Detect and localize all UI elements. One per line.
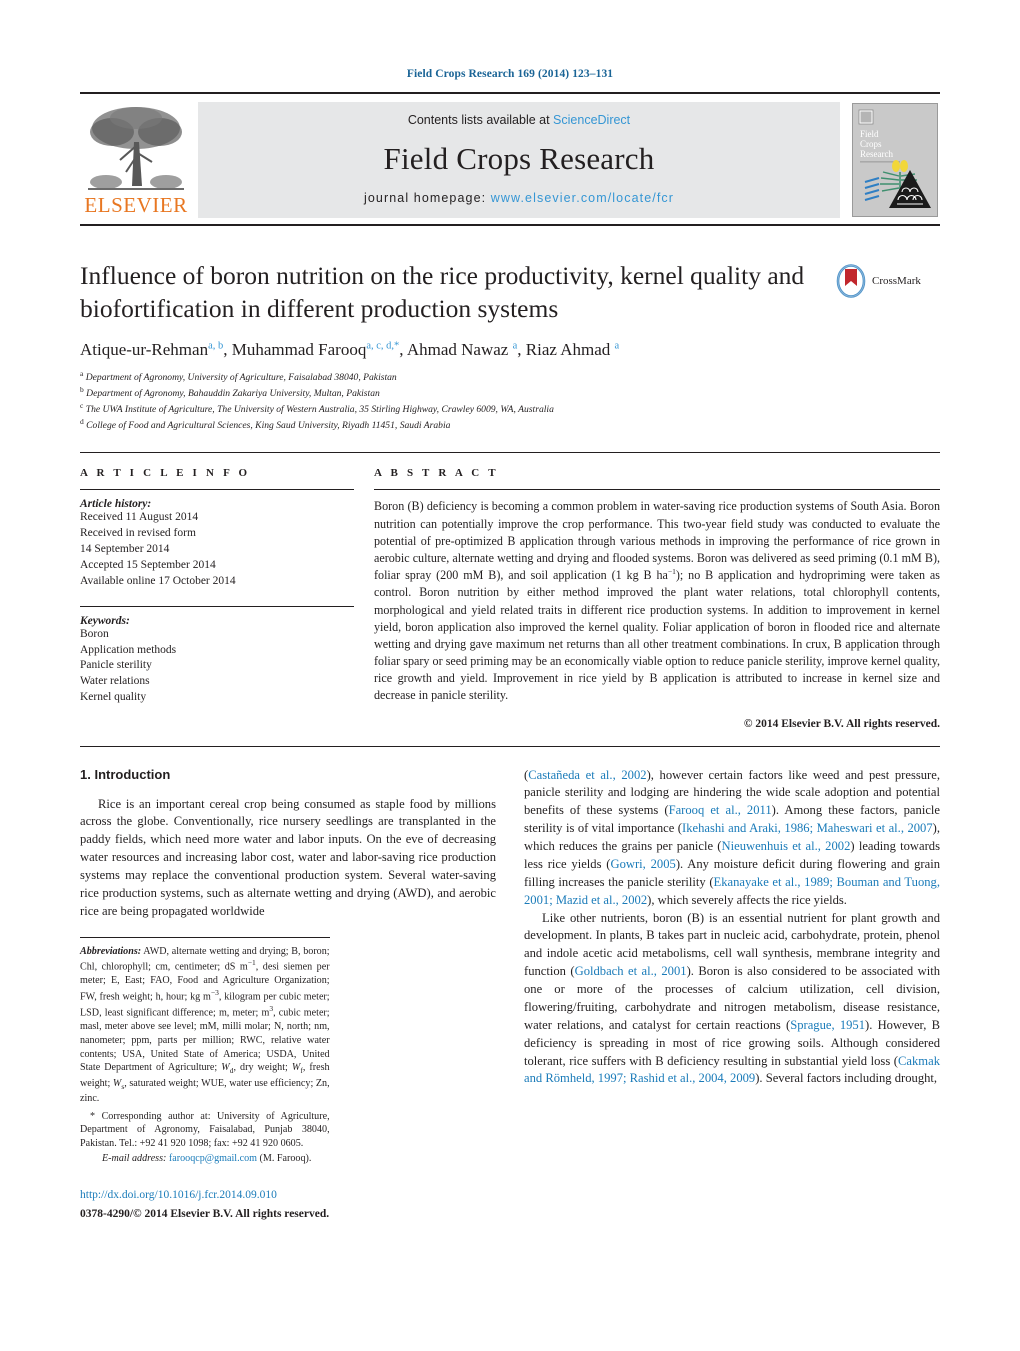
crossmark-badge[interactable]: CrossMark	[834, 264, 940, 298]
affiliation-text: Department of Agronomy, University of Ag…	[85, 372, 397, 384]
affiliation-mark: c	[80, 400, 84, 410]
abstract-text: Boron (B) deficiency is becoming a commo…	[374, 499, 940, 703]
info-abstract-region: A R T I C L E I N F O Article history: R…	[80, 453, 940, 730]
email-label: E-mail address:	[102, 1152, 167, 1164]
journal-masthead: ELSEVIER Contents lists available at Sci…	[80, 92, 940, 226]
journal-cover-image: Field Crops Research	[852, 103, 938, 217]
intro-paragraph-right-2: Like other nutrients, boron (B) is an es…	[524, 910, 940, 1086]
divider	[374, 489, 940, 491]
keywords-label: Keywords:	[80, 614, 130, 627]
article-info-heading: A R T I C L E I N F O	[80, 467, 251, 480]
doi-link[interactable]: http://dx.doi.org/10.1016/j.fcr.2014.09.…	[80, 1187, 496, 1203]
email-owner: (M. Farooq).	[259, 1152, 312, 1164]
article-history-label: Article history:	[80, 498, 152, 511]
crossmark-icon	[836, 264, 866, 298]
affiliation-mark: d	[80, 416, 84, 426]
svg-text:Crops: Crops	[860, 139, 882, 149]
affiliation-list: a Department of Agronomy, University of …	[80, 369, 940, 432]
intro-paragraph-right-1: (Castañeda et al., 2002), however certai…	[524, 767, 941, 907]
affiliation-mark: a	[80, 369, 84, 379]
elsevier-tree-icon	[88, 107, 184, 190]
elsevier-logo: ELSEVIER	[80, 102, 192, 218]
keyword-item: Kernel quality	[80, 691, 147, 704]
intro-paragraph-left: Rice is an important cereal crop being c…	[80, 796, 496, 918]
affiliation-mark: b	[80, 385, 84, 395]
divider	[80, 605, 354, 607]
homepage-line: journal homepage: www.elsevier.com/locat…	[364, 191, 674, 205]
page-title: Influence of boron nutrition on the rice…	[80, 261, 805, 323]
keyword-item: Boron	[80, 627, 109, 640]
footer-doi-block: http://dx.doi.org/10.1016/j.fcr.2014.09.…	[80, 1187, 496, 1221]
body-column-left: 1. Introduction Rice is an important cer…	[80, 767, 496, 1222]
corresponding-author-note: * Corresponding author at: University of…	[80, 1110, 330, 1150]
body-column-right: (Castañeda et al., 2002), however certai…	[524, 767, 940, 1222]
svg-text:Field: Field	[860, 129, 879, 139]
issn-copyright-line: 0378-4290/© 2014 Elsevier B.V. All right…	[80, 1207, 330, 1220]
affiliation-item: a Department of Agronomy, University of …	[80, 369, 940, 385]
article-page: Field Crops Research 169 (2014) 123–131 …	[0, 0, 1020, 1351]
sciencedirect-link[interactable]: ScienceDirect	[553, 113, 630, 127]
email-note: E-mail address: farooqcp@gmail.com (M. F…	[80, 1152, 330, 1166]
section-heading-introduction: 1. Introduction	[80, 766, 171, 782]
contents-line: Contents lists available at ScienceDirec…	[408, 113, 630, 127]
history-line: 14 September 2014	[80, 543, 170, 556]
keyword-item: Application methods	[80, 643, 177, 656]
footnotes-block: Abbreviations: AWD, alternate wetting an…	[80, 936, 330, 1166]
article-info-column: A R T I C L E I N F O Article history: R…	[80, 467, 372, 729]
history-line: Received in revised form	[80, 527, 196, 540]
history-line: Received 11 August 2014	[80, 511, 199, 524]
affiliation-text: The UWA Institute of Agriculture, The Un…	[85, 404, 554, 416]
divider-below-abstract	[80, 745, 940, 747]
abstract-column: A B S T R A C T Boron (B) deficiency is …	[372, 467, 940, 730]
author-list: Atique-ur-Rehmana, b, Muhammad Farooqa, …	[80, 340, 620, 360]
body-columns: 1. Introduction Rice is an important cer…	[80, 767, 940, 1222]
abbreviations-note: Abbreviations: AWD, alternate wetting an…	[80, 945, 330, 1104]
history-line: Available online 17 October 2014	[80, 574, 236, 587]
affiliation-text: Department of Agronomy, Bahauddin Zakari…	[86, 388, 380, 400]
abstract-heading: A B S T R A C T	[374, 467, 499, 480]
homepage-prefix: journal homepage:	[363, 191, 491, 205]
keywords-block: Keywords: Boron Application methods Pani…	[80, 615, 354, 706]
email-link[interactable]: farooqcp@gmail.com	[169, 1153, 257, 1164]
keyword-item: Water relations	[80, 675, 150, 688]
affiliation-item: d College of Food and Agricultural Scien…	[80, 417, 940, 433]
crossmark-label: CrossMark	[872, 275, 921, 287]
affiliation-item: c The UWA Institute of Agriculture, The …	[80, 401, 940, 417]
affiliation-item: b Department of Agronomy, Bahauddin Zaka…	[80, 385, 940, 401]
running-head: Field Crops Research 169 (2014) 123–131	[406, 68, 614, 80]
keyword-item: Panicle sterility	[80, 659, 152, 672]
homepage-url-link[interactable]: www.elsevier.com/locate/fcr	[491, 191, 674, 205]
contents-prefix: Contents lists available at	[407, 113, 554, 127]
divider	[80, 489, 354, 491]
elsevier-wordmark: ELSEVIER	[84, 193, 188, 217]
history-line: Accepted 15 September 2014	[80, 559, 216, 572]
abstract-copyright: © 2014 Elsevier B.V. All rights reserved…	[743, 717, 940, 730]
svg-text:Research: Research	[860, 149, 893, 159]
journal-title: Field Crops Research	[383, 141, 655, 176]
journal-cover: Field Crops Research	[850, 102, 940, 218]
journal-band: Contents lists available at ScienceDirec…	[198, 102, 840, 218]
title-area: CrossMark Influence of boron nutrition o…	[80, 260, 940, 432]
affiliation-text: College of Food and Agricultural Science…	[86, 419, 451, 431]
